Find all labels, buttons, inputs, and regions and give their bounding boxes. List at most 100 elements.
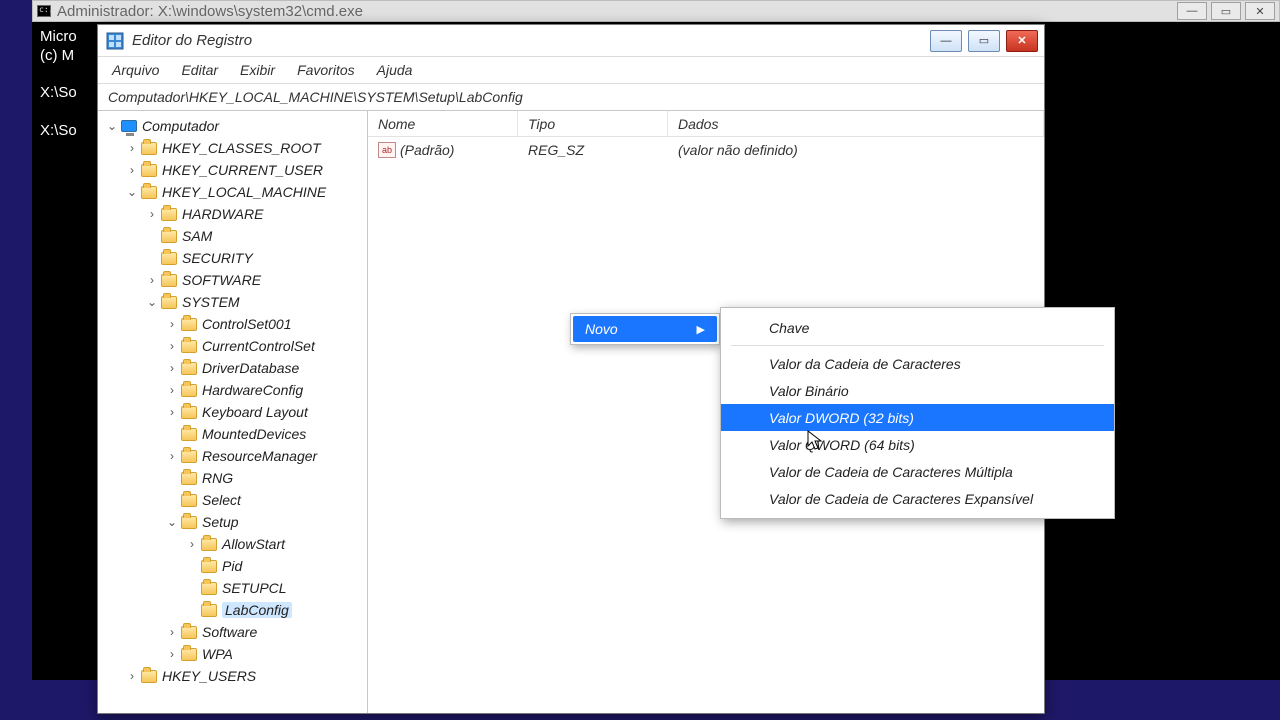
- submenu-item[interactable]: Valor DWORD (32 bits): [721, 404, 1114, 431]
- folder-icon: [180, 448, 198, 464]
- chevron-right-icon[interactable]: ›: [164, 449, 180, 463]
- folder-icon: [200, 558, 218, 574]
- tree-item-label: HKEY_LOCAL_MACHINE: [162, 184, 326, 200]
- tree-item[interactable]: › CurrentControlSet: [104, 335, 367, 357]
- chevron-right-icon[interactable]: ›: [164, 339, 180, 353]
- tree-item[interactable]: ›Keyboard Layout: [104, 401, 367, 423]
- folder-icon: [160, 228, 178, 244]
- folder-icon: [180, 624, 198, 640]
- list-header[interactable]: Nome Tipo Dados: [368, 111, 1044, 137]
- folder-icon: [160, 294, 178, 310]
- menu-ajuda[interactable]: Ajuda: [377, 62, 413, 78]
- column-tipo[interactable]: Tipo: [518, 111, 668, 136]
- tree-item[interactable]: ›HKEY_USERS: [104, 665, 367, 687]
- tree-item[interactable]: ›WPA: [104, 643, 367, 665]
- cmd-minimize-button[interactable]: —: [1177, 2, 1207, 20]
- chevron-right-icon[interactable]: ›: [184, 537, 200, 551]
- tree-item[interactable]: MountedDevices: [104, 423, 367, 445]
- menu-separator: [731, 345, 1104, 346]
- tree-item[interactable]: SAM: [104, 225, 367, 247]
- cmd-titlebar[interactable]: Administrador: X:\windows\system32\cmd.e…: [32, 0, 1280, 22]
- menu-favoritos[interactable]: Favoritos: [297, 62, 355, 78]
- address-bar[interactable]: Computador\HKEY_LOCAL_MACHINE\SYSTEM\Set…: [98, 84, 1044, 111]
- folder-icon: [180, 382, 198, 398]
- menu-editar[interactable]: Editar: [181, 62, 218, 78]
- column-dados[interactable]: Dados: [668, 111, 1044, 136]
- context-menu[interactable]: Novo ▶: [570, 313, 720, 345]
- chevron-right-icon[interactable]: ›: [124, 163, 140, 177]
- tree-item[interactable]: SETUPCL: [104, 577, 367, 599]
- tree-item[interactable]: ›AllowStart: [104, 533, 367, 555]
- context-submenu[interactable]: ChaveValor da Cadeia de CaracteresValor …: [720, 307, 1115, 519]
- chevron-right-icon[interactable]: ›: [164, 647, 180, 661]
- chevron-down-icon[interactable]: ⌄: [144, 295, 160, 309]
- submenu-item[interactable]: Valor da Cadeia de Caracteres: [721, 350, 1114, 377]
- cmd-title: Administrador: X:\windows\system32\cmd.e…: [57, 3, 363, 20]
- tree-item-label: HARDWARE: [182, 206, 263, 222]
- tree-item[interactable]: Select: [104, 489, 367, 511]
- column-nome[interactable]: Nome: [368, 111, 518, 136]
- maximize-button[interactable]: ▭: [968, 30, 1000, 52]
- tree-item[interactable]: › HKEY_CLASSES_ROOT: [104, 137, 367, 159]
- tree-item-label: HKEY_CLASSES_ROOT: [162, 140, 321, 156]
- tree-item[interactable]: Pid: [104, 555, 367, 577]
- submenu-item[interactable]: Valor QWORD (64 bits): [721, 431, 1114, 458]
- chevron-right-icon[interactable]: ›: [144, 273, 160, 287]
- tree-item-label: SAM: [182, 228, 212, 244]
- chevron-down-icon[interactable]: ⌄: [104, 119, 120, 133]
- folder-icon: [140, 668, 158, 684]
- tree-item[interactable]: ›SOFTWARE: [104, 269, 367, 291]
- chevron-right-icon[interactable]: ›: [164, 361, 180, 375]
- tree-item[interactable]: SECURITY: [104, 247, 367, 269]
- chevron-right-icon[interactable]: ›: [164, 317, 180, 331]
- tree-item[interactable]: ›ResourceManager: [104, 445, 367, 467]
- tree-item[interactable]: ⌄ Computador: [104, 115, 367, 137]
- close-button[interactable]: ✕: [1006, 30, 1038, 52]
- menu-exibir[interactable]: Exibir: [240, 62, 275, 78]
- menu-arquivo[interactable]: Arquivo: [112, 62, 159, 78]
- submenu-item[interactable]: Valor de Cadeia de Caracteres Expansível: [721, 485, 1114, 512]
- submenu-item[interactable]: Valor Binário: [721, 377, 1114, 404]
- tree-item[interactable]: ›ControlSet001: [104, 313, 367, 335]
- tree-item[interactable]: ⌄ HKEY_LOCAL_MACHINE: [104, 181, 367, 203]
- tree-item[interactable]: › HKEY_CURRENT_USER: [104, 159, 367, 181]
- tree-item-label: LabConfig: [222, 602, 292, 618]
- chevron-right-icon[interactable]: ›: [164, 625, 180, 639]
- submenu-item[interactable]: Chave: [721, 314, 1114, 341]
- cmd-close-button[interactable]: ✕: [1245, 2, 1275, 20]
- cmd-maximize-button[interactable]: ▭: [1211, 2, 1241, 20]
- tree-item-label: CurrentControlSet: [202, 338, 315, 354]
- tree-pane[interactable]: ⌄Computador›HKEY_CLASSES_ROOT›HKEY_CURRE…: [98, 111, 368, 713]
- tree-item[interactable]: ⌄ SYSTEM: [104, 291, 367, 313]
- folder-icon: [180, 492, 198, 508]
- tree-item[interactable]: › HARDWARE: [104, 203, 367, 225]
- minimize-button[interactable]: —: [930, 30, 962, 52]
- tree-item-label: SYSTEM: [182, 294, 240, 310]
- tree-item[interactable]: LabConfig: [104, 599, 367, 621]
- folder-icon: [180, 514, 198, 530]
- chevron-down-icon[interactable]: ⌄: [164, 515, 180, 529]
- tree-item-label: Computador: [142, 118, 219, 134]
- chevron-right-icon[interactable]: ›: [124, 141, 140, 155]
- tree-item[interactable]: ›Software: [104, 621, 367, 643]
- tree-item-label: HKEY_CURRENT_USER: [162, 162, 323, 178]
- folder-icon: [180, 470, 198, 486]
- chevron-right-icon[interactable]: ›: [164, 405, 180, 419]
- chevron-down-icon[interactable]: ⌄: [124, 185, 140, 199]
- tree-item-label: Setup: [202, 514, 239, 530]
- tree-item-label: SETUPCL: [222, 580, 287, 596]
- submenu-item[interactable]: Valor de Cadeia de Caracteres Múltipla: [721, 458, 1114, 485]
- tree-item[interactable]: ›HardwareConfig: [104, 379, 367, 401]
- tree-item-label: DriverDatabase: [202, 360, 299, 376]
- regedit-titlebar[interactable]: Editor do Registro — ▭ ✕: [98, 25, 1044, 57]
- tree-item[interactable]: RNG: [104, 467, 367, 489]
- context-item-novo[interactable]: Novo ▶: [573, 316, 717, 342]
- tree-item-label: Pid: [222, 558, 242, 574]
- chevron-right-icon[interactable]: ›: [124, 669, 140, 683]
- value-row[interactable]: ab (Padrão) REG_SZ (valor não definido): [368, 137, 1044, 163]
- folder-icon: [160, 272, 178, 288]
- tree-item[interactable]: ⌄ Setup: [104, 511, 367, 533]
- chevron-right-icon[interactable]: ›: [164, 383, 180, 397]
- chevron-right-icon[interactable]: ›: [144, 207, 160, 221]
- tree-item[interactable]: › DriverDatabase: [104, 357, 367, 379]
